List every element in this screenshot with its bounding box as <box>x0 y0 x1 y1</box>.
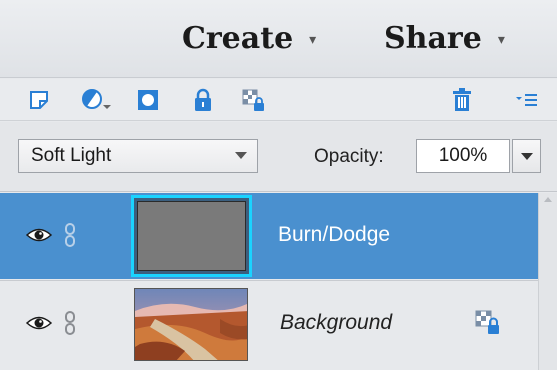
layer-thumbnail[interactable] <box>134 288 248 361</box>
panel-menu-icon[interactable] <box>514 88 540 112</box>
trash-icon[interactable] <box>449 88 475 112</box>
lock-all-icon[interactable] <box>190 88 216 112</box>
layer-name[interactable]: Background <box>280 311 392 335</box>
layer-thumbnail[interactable] <box>131 195 252 277</box>
layers-toolbar <box>0 79 557 121</box>
chevron-down-icon: ▾ <box>497 32 505 48</box>
blend-mode-value: Soft Light <box>31 145 112 166</box>
opacity-dropdown-button[interactable] <box>512 139 541 173</box>
create-label: Create <box>182 20 294 56</box>
share-button[interactable]: Share ▾ <box>384 18 505 58</box>
create-button[interactable]: Create ▾ <box>182 18 316 58</box>
opacity-value: 100% <box>438 145 488 166</box>
top-bar: Create ▾ Share ▾ <box>0 0 557 78</box>
chevron-down-icon <box>521 153 533 160</box>
chevron-down-icon: ▾ <box>309 32 317 48</box>
gray-fill-preview <box>137 201 246 271</box>
eye-icon[interactable] <box>25 227 53 248</box>
opacity-label: Opacity: <box>314 146 384 167</box>
chevron-down-icon <box>235 152 247 159</box>
eye-icon[interactable] <box>25 315 53 336</box>
landscape-photo-thumbnail <box>135 289 247 360</box>
layers-panel: Create ▾ Share ▾ Soft Light Opacity: 100… <box>0 0 557 370</box>
layer-row-background[interactable]: Background <box>0 280 538 366</box>
opacity-input[interactable]: 100% <box>416 139 510 173</box>
adjustment-layer-icon[interactable] <box>80 88 114 112</box>
link-icon[interactable] <box>64 311 76 340</box>
scroll-up-arrow-icon[interactable] <box>544 197 552 202</box>
new-layer-icon[interactable] <box>26 88 52 112</box>
layer-name[interactable]: Burn/Dodge <box>278 223 390 247</box>
blend-mode-select[interactable]: Soft Light <box>18 139 258 173</box>
share-label: Share <box>384 20 482 56</box>
layers-scrollbar[interactable] <box>538 193 557 370</box>
link-icon[interactable] <box>64 223 76 252</box>
layers-list: Burn/Dodge Background <box>0 193 557 370</box>
lock-transparency-icon[interactable] <box>241 88 267 112</box>
layer-row-burn-dodge[interactable]: Burn/Dodge <box>0 193 538 279</box>
transparency-lock-icon <box>474 309 502 340</box>
layer-mask-icon[interactable] <box>135 88 161 112</box>
blend-options-row: Soft Light Opacity: 100% <box>0 122 557 192</box>
